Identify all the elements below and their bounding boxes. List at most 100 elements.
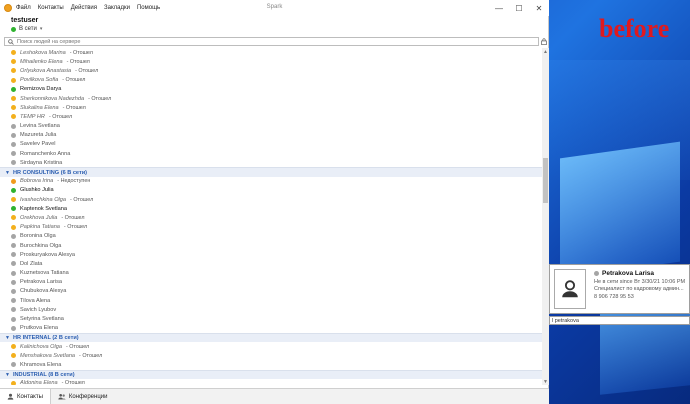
contact-row[interactable]: Dol Zlata (0, 259, 542, 268)
away-status-icon (11, 215, 16, 221)
contact-row[interactable]: Remizova Darya (0, 85, 542, 94)
contact-row[interactable]: Ivashechkina Olga - Отошел (0, 195, 542, 204)
offline-status-icon (11, 288, 16, 294)
contact-row[interactable]: Setyrina Svetlana (0, 314, 542, 323)
offline-status-icon (11, 151, 16, 157)
scroll-down-icon[interactable]: ▼ (542, 378, 549, 385)
minimize-icon[interactable]: — (489, 0, 509, 16)
contact-status-note: - Отошел (62, 77, 86, 84)
chevron-down-icon: ▼ (5, 371, 10, 378)
away-status-icon (11, 68, 16, 74)
contact-row[interactable]: Petrakova Larisa (0, 278, 542, 287)
contact-row[interactable]: Mihailenko Elena - Отошел (0, 57, 542, 66)
contact-row[interactable]: Kaptenok Svetlana (0, 204, 542, 213)
chevron-down-icon: ▾ (39, 26, 43, 32)
contact-status-note: - Отошел (48, 113, 73, 120)
contact-info-card: Petrakova Larisa Не в сети since Вт 3/30… (549, 264, 690, 314)
contact-row[interactable]: Orekhova Julia - Отошел (0, 213, 542, 222)
contact-row[interactable]: Glushko Julia (0, 186, 542, 195)
contact-name: Sirdayna Kristina (20, 159, 63, 166)
card-search-box[interactable] (549, 316, 690, 325)
contact-name: Sherkonnikova Nadezhda (20, 95, 85, 102)
tab-conferences[interactable]: Конференции (51, 389, 115, 404)
away-status-icon (11, 114, 16, 120)
away-status-icon (11, 77, 16, 83)
group-header[interactable]: ▼ HR CONSULTING (6 В сети) (0, 167, 542, 177)
group-header[interactable]: ▼ INDUSTRIAL (8 В сети) (0, 369, 542, 379)
menu-help[interactable]: Помощь (137, 5, 160, 11)
contact-row[interactable]: Menshakova Svetlana - Отошел (0, 351, 542, 360)
contact-list-scrollbar[interactable]: ▲ ▼ (542, 48, 549, 385)
menu-bookmarks[interactable]: Закладки (104, 5, 130, 11)
contact-status-note: - Отошел (63, 224, 88, 231)
contact-name: Menshakova Svetlana (20, 352, 76, 359)
group-header[interactable]: ▼ HR INTERNAL (2 В сети) (0, 332, 542, 342)
bottom-tab-bar: Контакты Конференции (0, 388, 549, 404)
offline-status-icon (11, 132, 16, 138)
contact-row[interactable]: Leshokova Marina - Отошел (0, 48, 542, 57)
contact-name: Leshokova Marina (20, 49, 66, 56)
contact-row[interactable]: Proskuryakova Alesya (0, 250, 542, 259)
spark-logo-icon (4, 4, 12, 12)
chevron-down-icon: ▼ (5, 334, 10, 341)
contact-row[interactable]: Papkina Tatiana - Отошел (0, 223, 542, 232)
contact-row[interactable]: Savich Lyubov (0, 305, 542, 314)
menu-file[interactable]: Файл (16, 5, 31, 11)
online-status-icon (11, 26, 16, 32)
scroll-up-icon[interactable]: ▲ (542, 48, 549, 55)
contact-row[interactable]: Kuznetsova Tatiana (0, 269, 542, 278)
contact-row[interactable]: Bobrova Irina - Недоступен (0, 177, 542, 186)
contact-status-note: - Отошел (75, 67, 99, 74)
contact-status-note: - Отошел (61, 214, 85, 221)
menu-contacts[interactable]: Контакты (38, 5, 64, 11)
user-status-selector[interactable]: В сети ▾ (11, 26, 42, 32)
contact-row[interactable]: TEMP HR - Отошел (0, 112, 542, 121)
overlay-label: before (599, 14, 670, 43)
contact-row[interactable]: Povilkova Sofia - Отошел (0, 76, 542, 85)
search-icon (8, 38, 14, 45)
contact-row[interactable]: Orlyukova Anastasia - Отошел (0, 66, 542, 75)
contact-row[interactable]: Sherkonnikova Nadezhda - Отошел (0, 94, 542, 103)
contact-row[interactable]: Romanchenko Anna (0, 149, 542, 158)
offline-status-icon (11, 243, 16, 249)
title-bar: Файл Контакты Действия Закладки Помощь S… (0, 0, 549, 16)
contact-row[interactable]: Khramova Elena (0, 360, 542, 369)
chevron-down-icon: ▼ (5, 169, 10, 176)
contact-row[interactable]: Kalinichova Olga - Отошел (0, 342, 542, 351)
scrollbar-thumb[interactable] (543, 158, 548, 203)
desktop-light-beam (560, 141, 680, 279)
contact-row[interactable]: Sirdayna Kristina (0, 158, 542, 167)
search-input[interactable] (17, 38, 417, 45)
contact-row[interactable]: Boronina Olga (0, 232, 542, 241)
contact-row[interactable]: Savelev Pavel (0, 140, 542, 149)
contact-row[interactable]: Aldonina Elena - Отошел (0, 379, 542, 385)
contact-name: TEMP HR (20, 113, 45, 120)
maximize-icon[interactable]: ☐ (509, 0, 529, 16)
contact-row[interactable]: Tilova Alena (0, 296, 542, 305)
contact-name: Dol Zlata (20, 260, 43, 267)
online-status-icon (11, 206, 16, 212)
unavailable-status-icon (11, 178, 16, 184)
contact-name: Glushko Julia (20, 187, 54, 194)
contact-row[interactable]: Levina Svetlana (0, 122, 542, 131)
contact-row[interactable]: Mazureta Julia (0, 131, 542, 140)
contact-row[interactable]: Burochkina Olga (0, 241, 542, 250)
contact-row[interactable]: Chubukova Alesya (0, 287, 542, 296)
offline-status-icon (11, 325, 16, 331)
tab-contacts[interactable]: Контакты (0, 388, 51, 404)
offline-status-icon (11, 233, 16, 239)
people-search-box[interactable] (4, 37, 539, 46)
contact-name: Setyrina Svetlana (20, 316, 64, 323)
close-icon[interactable]: ✕ (529, 0, 549, 16)
contact-row[interactable]: Slukalina Elena - Отошел (0, 103, 542, 112)
lock-icon[interactable] (541, 38, 547, 45)
contact-status-note: - Отошел (62, 104, 86, 111)
contact-row[interactable]: Prutkova Elena (0, 324, 542, 333)
contact-name: Khramova Elena (20, 361, 62, 368)
contact-name: Slukalina Elena (20, 104, 59, 111)
contact-name: Levina Svetlana (20, 123, 60, 130)
contact-list: Leshokova Marina - Отошел Mihailenko Elena… (0, 48, 542, 385)
menu-actions[interactable]: Действия (71, 5, 97, 11)
card-search-input[interactable] (552, 317, 682, 324)
away-status-icon (11, 197, 16, 203)
